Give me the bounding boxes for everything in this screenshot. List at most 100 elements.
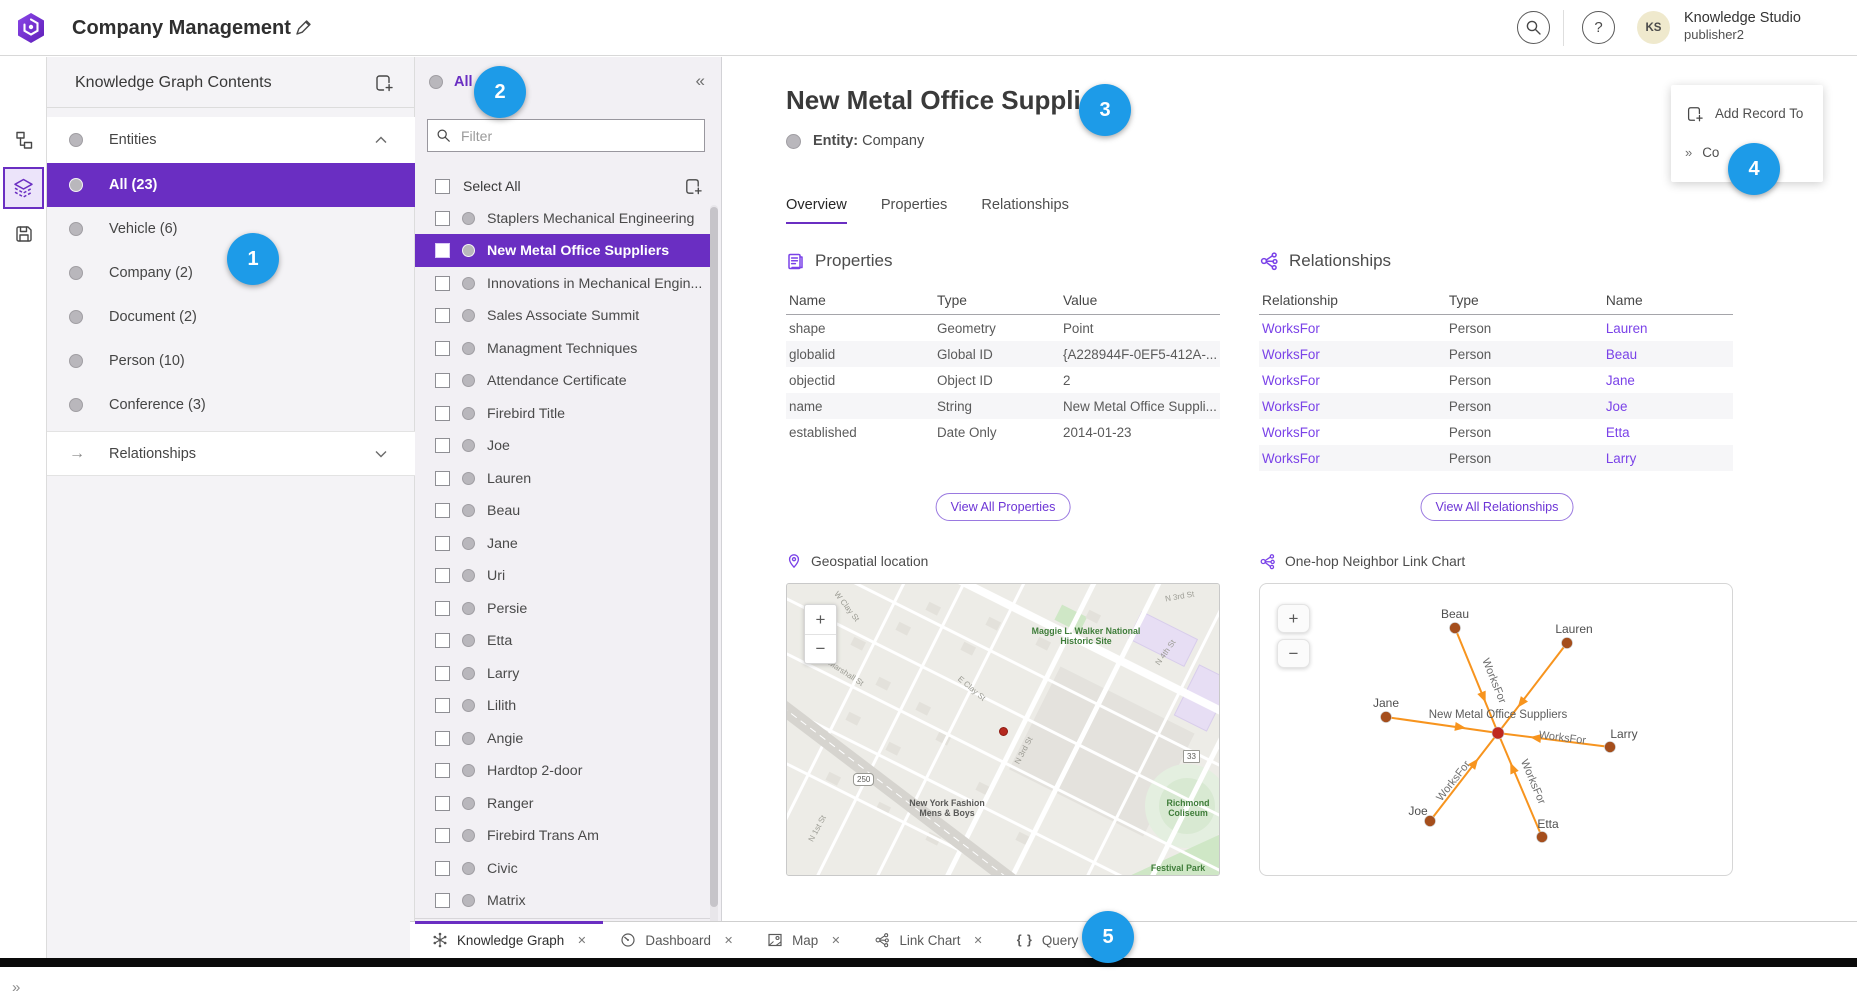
item-checkbox[interactable] [435, 828, 450, 843]
list-item[interactable]: Firebird Title [415, 397, 714, 430]
tab-map[interactable]: Map ✕ [750, 922, 857, 958]
list-item[interactable]: Beau [415, 494, 714, 527]
view-all-relationships-button[interactable]: View All Relationships [1421, 493, 1574, 521]
user-info[interactable]: Knowledge Studio publisher2 [1684, 9, 1801, 43]
list-item[interactable]: Joe [415, 429, 714, 462]
avatar[interactable]: KS [1637, 11, 1670, 44]
list-item[interactable]: Innovations in Mechanical Engin... [415, 267, 714, 300]
related-entity-link[interactable]: Etta [1606, 425, 1733, 440]
item-checkbox[interactable] [435, 471, 450, 486]
search-button[interactable] [1517, 11, 1550, 44]
new-card-icon[interactable] [681, 175, 703, 197]
list-item[interactable]: Angie [415, 722, 714, 755]
related-entity-link[interactable]: Beau [1606, 347, 1733, 362]
item-checkbox[interactable] [435, 438, 450, 453]
relationships-group-header[interactable]: → Relationships [47, 431, 415, 476]
layers-tool-selected[interactable] [3, 167, 44, 209]
entities-group-header[interactable]: Entities [47, 117, 415, 163]
tab-properties[interactable]: Properties [881, 197, 948, 224]
list-item[interactable]: Sales Associate Summit [415, 299, 714, 332]
list-header[interactable]: All [429, 74, 473, 90]
tab-dashboard[interactable]: Dashboard ✕ [603, 922, 750, 958]
app-logo-icon[interactable] [14, 11, 48, 45]
list-item-selected[interactable]: New Metal Office Suppliers [415, 234, 714, 267]
list-item[interactable]: Uri [415, 559, 714, 592]
tab-relationships[interactable]: Relationships [981, 197, 1069, 224]
zoom-in-button[interactable]: + [805, 605, 836, 634]
item-checkbox[interactable] [435, 211, 450, 226]
item-checkbox[interactable] [435, 406, 450, 421]
item-checkbox[interactable] [435, 503, 450, 518]
expand-rail-icon[interactable]: » [12, 979, 18, 996]
list-item[interactable]: Etta [415, 624, 714, 657]
graph-node-larry[interactable] [1605, 742, 1616, 753]
item-checkbox[interactable] [435, 893, 450, 908]
geospatial-map[interactable]: + − Maggie L. Walker National Historic S… [786, 583, 1220, 876]
relationship-link[interactable]: WorksFor [1262, 321, 1449, 336]
list-item[interactable]: Civic [415, 852, 714, 885]
menu-item-add-record-to[interactable]: Add Record To [1671, 94, 1823, 133]
list-item[interactable]: Matrix [415, 884, 714, 917]
item-checkbox[interactable] [435, 698, 450, 713]
close-tab-icon[interactable]: ✕ [831, 934, 840, 947]
tab-query[interactable]: { } Query [1000, 922, 1096, 958]
list-item[interactable]: Hardtop 2-door [415, 754, 714, 787]
tab-link-chart[interactable]: Link Chart ✕ [857, 922, 999, 958]
item-checkbox[interactable] [435, 308, 450, 323]
close-tab-icon[interactable]: ✕ [724, 934, 733, 947]
item-checkbox[interactable] [435, 536, 450, 551]
entity-type-conference[interactable]: Conference (3) [47, 383, 415, 427]
select-all-row[interactable]: Select All [435, 171, 703, 201]
relationship-link[interactable]: WorksFor [1262, 425, 1449, 440]
item-checkbox[interactable] [435, 666, 450, 681]
edit-title-icon[interactable] [294, 19, 312, 37]
list-item[interactable]: Attendance Certificate [415, 364, 714, 397]
related-entity-link[interactable]: Jane [1606, 373, 1733, 388]
relationship-link[interactable]: WorksFor [1262, 451, 1449, 466]
graph-node-center[interactable] [1492, 727, 1504, 739]
new-card-icon[interactable] [372, 72, 394, 94]
relationship-link[interactable]: WorksFor [1262, 347, 1449, 362]
chevron-up-icon[interactable] [375, 136, 387, 144]
item-checkbox[interactable] [435, 601, 450, 616]
item-checkbox[interactable] [435, 763, 450, 778]
collapse-panel-icon[interactable]: « [696, 71, 705, 91]
chevron-down-icon[interactable] [375, 450, 387, 458]
item-checkbox[interactable] [435, 861, 450, 876]
graph-node-etta[interactable] [1537, 832, 1548, 843]
zoom-in-button[interactable]: + [1277, 604, 1310, 633]
related-entity-link[interactable]: Larry [1606, 451, 1733, 466]
save-icon[interactable] [13, 223, 35, 245]
list-item[interactable]: Staplers Mechanical Engineering [415, 202, 714, 235]
zoom-out-button[interactable]: − [805, 634, 836, 663]
entity-type-all[interactable]: All (23) [47, 163, 415, 207]
list-item[interactable]: Persie [415, 592, 714, 625]
item-checkbox[interactable] [435, 373, 450, 388]
relationship-link[interactable]: WorksFor [1262, 399, 1449, 414]
link-chart-panel[interactable]: WorksFor WorksFor WorksFor WorksFor Beau… [1259, 583, 1733, 876]
graph-node-jane[interactable] [1381, 712, 1392, 723]
data-model-icon[interactable] [13, 129, 35, 151]
map-location-marker[interactable] [999, 727, 1008, 736]
relationship-link[interactable]: WorksFor [1262, 373, 1449, 388]
tab-knowledge-graph[interactable]: Knowledge Graph ✕ [415, 922, 603, 958]
view-all-properties-button[interactable]: View All Properties [936, 493, 1071, 521]
graph-node-lauren[interactable] [1562, 638, 1573, 649]
item-checkbox[interactable] [435, 731, 450, 746]
list-item[interactable]: Ranger [415, 787, 714, 820]
entity-type-document[interactable]: Document (2) [47, 295, 415, 339]
related-entity-link[interactable]: Lauren [1606, 321, 1733, 336]
list-item[interactable]: Jane [415, 527, 714, 560]
select-all-checkbox[interactable] [435, 179, 450, 194]
graph-node-beau[interactable] [1450, 623, 1461, 634]
list-item[interactable]: Managment Techniques [415, 332, 714, 365]
filter-input[interactable] [459, 127, 696, 145]
item-checkbox[interactable] [435, 796, 450, 811]
zoom-out-button[interactable]: − [1277, 639, 1310, 668]
close-tab-icon[interactable]: ✕ [577, 934, 586, 947]
list-item[interactable]: Firebird Trans Am [415, 819, 714, 852]
related-entity-link[interactable]: Joe [1606, 399, 1733, 414]
list-item[interactable]: Lauren [415, 462, 714, 495]
item-checkbox[interactable] [435, 633, 450, 648]
item-checkbox[interactable] [435, 341, 450, 356]
